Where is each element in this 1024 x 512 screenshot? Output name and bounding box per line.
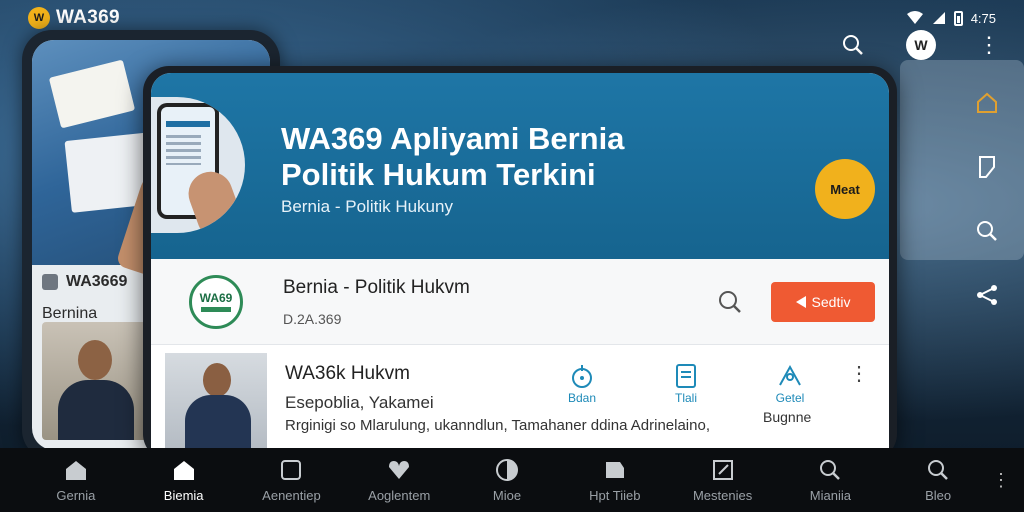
action-share[interactable]: Getel xyxy=(767,363,813,405)
action-label: Bdan xyxy=(567,391,597,405)
channel-logo-text: WA69 xyxy=(199,291,233,305)
channel-logo[interactable]: WA69 xyxy=(189,274,243,329)
nav-item-biemia[interactable]: Biemia xyxy=(130,458,238,503)
hero-badge[interactable]: Meat xyxy=(815,159,875,219)
more-vertical-icon[interactable]: ⋮ xyxy=(849,361,869,386)
main-phone: WA369 Apliyami Bernia Politik Hukum Terk… xyxy=(143,66,897,460)
person-body xyxy=(58,380,134,440)
heart-icon xyxy=(389,460,410,479)
circle-icon xyxy=(496,458,519,481)
channel-title: Bernia - Politik Hukvm xyxy=(283,276,470,298)
avatar-icon[interactable]: W xyxy=(906,30,936,60)
video-actions: Bdan Tlali Getel xyxy=(559,363,813,405)
bottom-navigation: Gernia Biemia Aenentiep Aoglentem Mioe H… xyxy=(0,448,1024,512)
search-icon xyxy=(928,459,949,480)
brand-logo-icon: W xyxy=(28,7,50,29)
home-icon xyxy=(173,460,194,480)
video-item[interactable]: WA36k Hukvm Esepoblia, Yakamei Rrginigi … xyxy=(151,345,889,460)
paper-shape xyxy=(48,59,136,129)
subscribe-label: Sedtiv xyxy=(811,293,851,310)
person-head xyxy=(203,363,231,397)
channel-header: WA69 Bernia - Politik Hukvm D.2A.369 Sed… xyxy=(151,259,889,345)
nav-label: Biemia xyxy=(163,487,204,503)
hero-title-line: Politik Hukum Terkini xyxy=(281,157,596,192)
action-label: Tlali xyxy=(674,391,697,405)
brand-name: WA369 xyxy=(56,7,120,28)
person-photo xyxy=(42,322,152,440)
document-icon xyxy=(676,364,696,388)
action-location[interactable]: Bdan xyxy=(559,363,605,405)
background-brand-name: WA3669 xyxy=(66,273,128,290)
wifi-icon xyxy=(906,11,923,24)
person-body xyxy=(185,395,251,448)
nav-item-mianiia[interactable]: Mianiia xyxy=(776,458,884,503)
nav-item-aenentiep[interactable]: Aenentiep xyxy=(238,458,346,503)
nav-item-mioe[interactable]: Mioe xyxy=(453,458,561,503)
location-icon xyxy=(572,365,592,388)
status-indicators: 4:75 xyxy=(906,10,996,26)
hero-banner[interactable]: WA369 Apliyami Bernia Politik Hukum Terk… xyxy=(151,73,889,259)
share-icon xyxy=(779,364,801,386)
search-icon[interactable] xyxy=(972,216,1002,246)
hero-subtitle: Bernia - Politik Hukuny xyxy=(281,197,453,216)
channel-info: Bernia - Politik Hukvm D.2A.369 xyxy=(283,277,470,327)
app-brand[interactable]: W WA369 xyxy=(28,7,120,29)
nav-label: Aenentiep xyxy=(262,487,321,503)
hero-title: WA369 Apliyami Bernia Politik Hukum Terk… xyxy=(281,121,781,193)
clock: 4:75 xyxy=(970,10,996,26)
nav-item-aoglentem[interactable]: Aoglentem xyxy=(345,458,453,503)
video-extra-label: Bugnne xyxy=(763,409,812,425)
edit-icon xyxy=(712,459,733,480)
play-icon xyxy=(795,295,806,308)
more-vertical-icon[interactable]: ⋮ xyxy=(992,470,1010,491)
app-icon xyxy=(42,274,58,290)
nav-label: Aoglentem xyxy=(368,487,431,503)
nav-label: Mianiia xyxy=(809,487,851,503)
signal-icon xyxy=(932,12,945,24)
nav-item-hpt-tiieb[interactable]: Hpt Tiieb xyxy=(561,458,669,503)
battery-icon xyxy=(953,10,963,26)
action-document[interactable]: Tlali xyxy=(663,363,709,405)
video-thumbnail[interactable] xyxy=(165,353,267,448)
channel-meta: D.2A.369 xyxy=(283,310,342,327)
more-vertical-icon[interactable]: ⋮ xyxy=(974,30,1004,60)
nav-item-gernia[interactable]: Gernia xyxy=(22,458,130,503)
crop-icon xyxy=(281,459,302,480)
person-head xyxy=(78,340,112,380)
hero-image xyxy=(151,97,245,233)
action-label: Getel xyxy=(775,391,805,405)
top-toolbar: W ⋮ xyxy=(838,30,1004,60)
home-icon[interactable] xyxy=(972,88,1002,118)
nav-label: Mioe xyxy=(492,487,522,503)
video-description: Rrginigi so Mlarulung, ukanndlun, Tamaha… xyxy=(285,417,710,434)
search-icon[interactable] xyxy=(715,287,745,317)
channel-logo-bar xyxy=(201,307,231,312)
bookmark-icon[interactable] xyxy=(972,152,1002,182)
search-icon xyxy=(820,459,841,480)
nav-label: Bleo xyxy=(925,487,952,503)
nav-label: Gernia xyxy=(56,487,96,503)
main-phone-screen: WA369 Apliyami Bernia Politik Hukum Terk… xyxy=(151,73,889,460)
side-rail xyxy=(972,88,1002,310)
tag-icon xyxy=(605,461,624,478)
subscribe-button[interactable]: Sedtiv xyxy=(771,281,875,322)
share-icon[interactable] xyxy=(972,280,1002,310)
search-icon[interactable] xyxy=(838,30,868,60)
nav-item-bleo[interactable]: Bleo xyxy=(884,458,992,503)
hero-title-line: WA369 Apliyami Bernia xyxy=(281,121,625,156)
nav-label: Mestenies xyxy=(692,487,753,503)
nav-label: Hpt Tiieb xyxy=(589,487,641,503)
nav-item-mestenies[interactable]: Mestenies xyxy=(669,458,777,503)
home-icon xyxy=(65,460,86,480)
